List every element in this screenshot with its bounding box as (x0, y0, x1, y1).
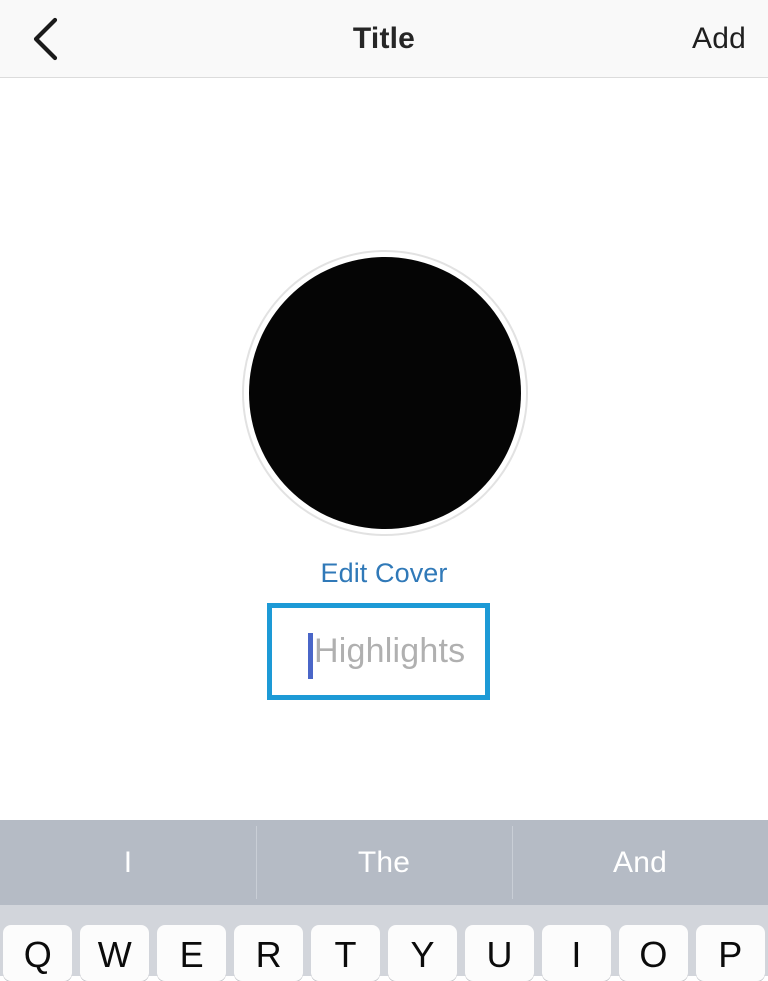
key-u[interactable]: U (465, 925, 534, 981)
main-content: Edit Cover Highlights (0, 78, 768, 820)
text-caret (308, 633, 313, 679)
keyboard-row-1: Q W E R T Y U I O P (3, 925, 765, 981)
suggestion-bar: I The And (0, 820, 768, 905)
edit-cover-link[interactable]: Edit Cover (0, 558, 768, 589)
cover-photo-wrapper[interactable] (242, 250, 528, 536)
key-r[interactable]: R (234, 925, 303, 981)
virtual-keyboard: I The And Q W E R T Y U I O P (0, 820, 768, 976)
key-q[interactable]: Q (3, 925, 72, 981)
navigation-bar: Title Add (0, 0, 768, 78)
key-w[interactable]: W (80, 925, 149, 981)
key-t[interactable]: T (311, 925, 380, 981)
page-title: Title (0, 0, 768, 77)
highlight-title-placeholder: Highlights (314, 608, 465, 695)
add-button[interactable]: Add (692, 0, 746, 77)
key-y[interactable]: Y (388, 925, 457, 981)
keyboard-keys-area: Q W E R T Y U I O P (0, 905, 768, 976)
suggestion-item[interactable]: The (256, 820, 512, 905)
cover-photo (249, 257, 521, 529)
key-o[interactable]: O (619, 925, 688, 981)
suggestion-item[interactable]: And (512, 820, 768, 905)
highlight-title-input[interactable]: Highlights (267, 603, 490, 700)
key-e[interactable]: E (157, 925, 226, 981)
key-i[interactable]: I (542, 925, 611, 981)
suggestion-item[interactable]: I (0, 820, 256, 905)
app-root: Title Add Edit Cover Highlights I The An… (0, 0, 768, 976)
key-p[interactable]: P (696, 925, 765, 981)
